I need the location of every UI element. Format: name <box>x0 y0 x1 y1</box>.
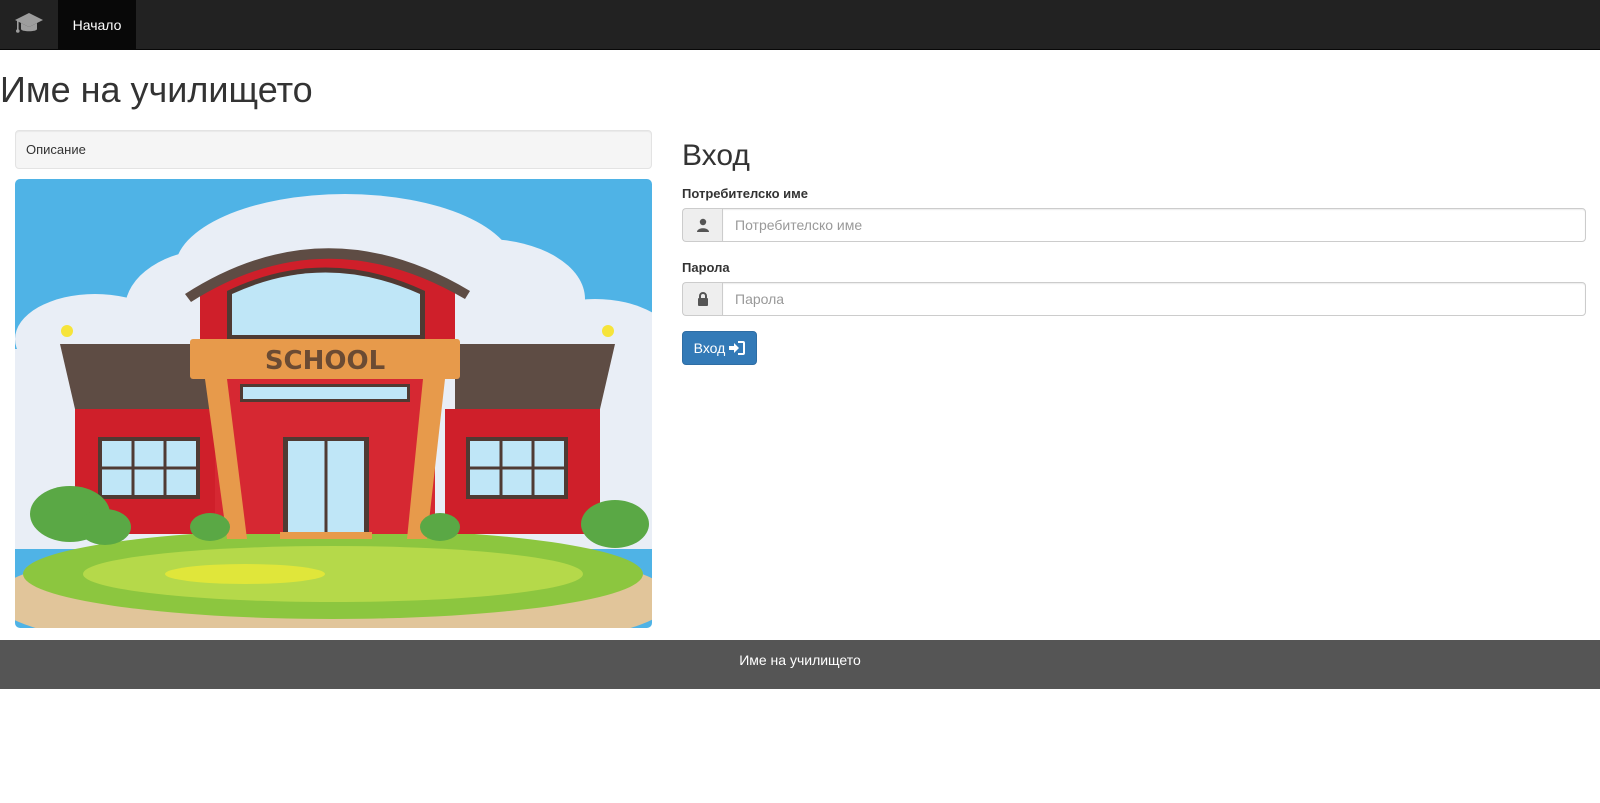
user-icon <box>682 208 722 242</box>
school-sign-text: SCHOOL <box>265 346 385 376</box>
description-box: Описание <box>15 130 652 169</box>
top-navbar: Начало <box>0 0 1600 50</box>
username-label: Потребителско име <box>682 186 808 201</box>
sign-in-icon <box>729 341 746 355</box>
nav-home-link[interactable]: Начало <box>58 0 136 50</box>
login-button-label: Вход <box>693 340 726 356</box>
username-input[interactable] <box>722 208 1586 242</box>
login-title: Вход <box>682 139 750 172</box>
school-building-image: SCHOOL <box>15 179 652 628</box>
brand-logo[interactable] <box>0 0 58 50</box>
graduation-cap-icon <box>14 10 44 41</box>
password-input-group <box>682 282 1586 316</box>
footer-text: Име на училището <box>739 652 861 668</box>
lock-icon <box>682 282 722 316</box>
password-input[interactable] <box>722 282 1586 316</box>
page-title: Име на училището <box>0 69 313 110</box>
username-input-group <box>682 208 1586 242</box>
footer: Име на училището <box>0 640 1600 689</box>
password-label: Парола <box>682 260 730 275</box>
login-button[interactable]: Вход <box>682 331 757 365</box>
